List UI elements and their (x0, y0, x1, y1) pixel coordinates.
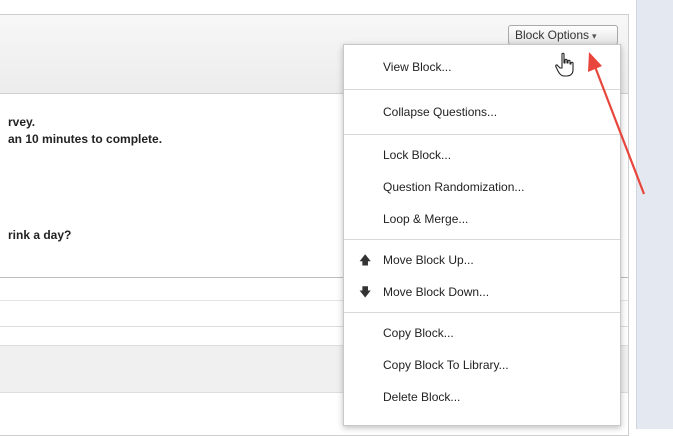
menu-item-label: Move Block Up... (383, 253, 474, 267)
menu-item-label: Question Randomization... (383, 180, 525, 194)
question-text-1: rvey. (8, 115, 36, 129)
menu-item-lock-block[interactable]: Lock Block... (344, 139, 620, 171)
menu-item-copy-block[interactable]: Copy Block... (344, 317, 620, 349)
menu-item-move-block-down[interactable]: 🡇 Move Block Down... (344, 276, 620, 308)
menu-group-settings: Lock Block... Question Randomization... … (344, 135, 620, 240)
menu-group-move: 🡅 Move Block Up... 🡇 Move Block Down... (344, 240, 620, 313)
block-options-button[interactable]: Block Options ▾ (508, 25, 618, 45)
menu-item-delete-block[interactable]: Delete Block... (344, 381, 620, 413)
chevron-down-icon: ▾ (592, 31, 597, 41)
question-text-3: rink a day? (8, 228, 72, 242)
annotation-arrow-icon (588, 52, 646, 195)
menu-item-view-block[interactable]: View Block... (344, 45, 620, 89)
menu-group-view: View Block... (344, 45, 620, 90)
menu-group-collapse: Collapse Questions... (344, 90, 620, 135)
menu-item-copy-block-to-library[interactable]: Copy Block To Library... (344, 349, 620, 381)
menu-item-label: Copy Block To Library... (383, 358, 509, 372)
menu-item-label: Copy Block... (383, 326, 454, 340)
question-text-2: an 10 minutes to complete. (8, 132, 163, 146)
block-options-label: Block Options (515, 28, 590, 42)
menu-item-label: Collapse Questions... (383, 105, 498, 119)
arrow-down-icon: 🡇 (359, 285, 372, 299)
arrow-up-icon: 🡅 (359, 253, 372, 267)
menu-group-copy: Copy Block... Copy Block To Library... D… (344, 313, 620, 417)
menu-item-label: View Block... (383, 60, 452, 74)
menu-item-collapse-questions[interactable]: Collapse Questions... (344, 90, 620, 134)
menu-item-label: Move Block Down... (383, 285, 490, 299)
menu-item-label: Delete Block... (383, 390, 461, 404)
menu-item-move-block-up[interactable]: 🡅 Move Block Up... (344, 244, 620, 276)
menu-item-label: Lock Block... (383, 148, 452, 162)
menu-item-label: Loop & Merge... (383, 212, 469, 226)
hand-cursor-icon (555, 52, 574, 77)
menu-item-loop-merge[interactable]: Loop & Merge... (344, 203, 620, 235)
menu-item-question-randomization[interactable]: Question Randomization... (344, 171, 620, 203)
